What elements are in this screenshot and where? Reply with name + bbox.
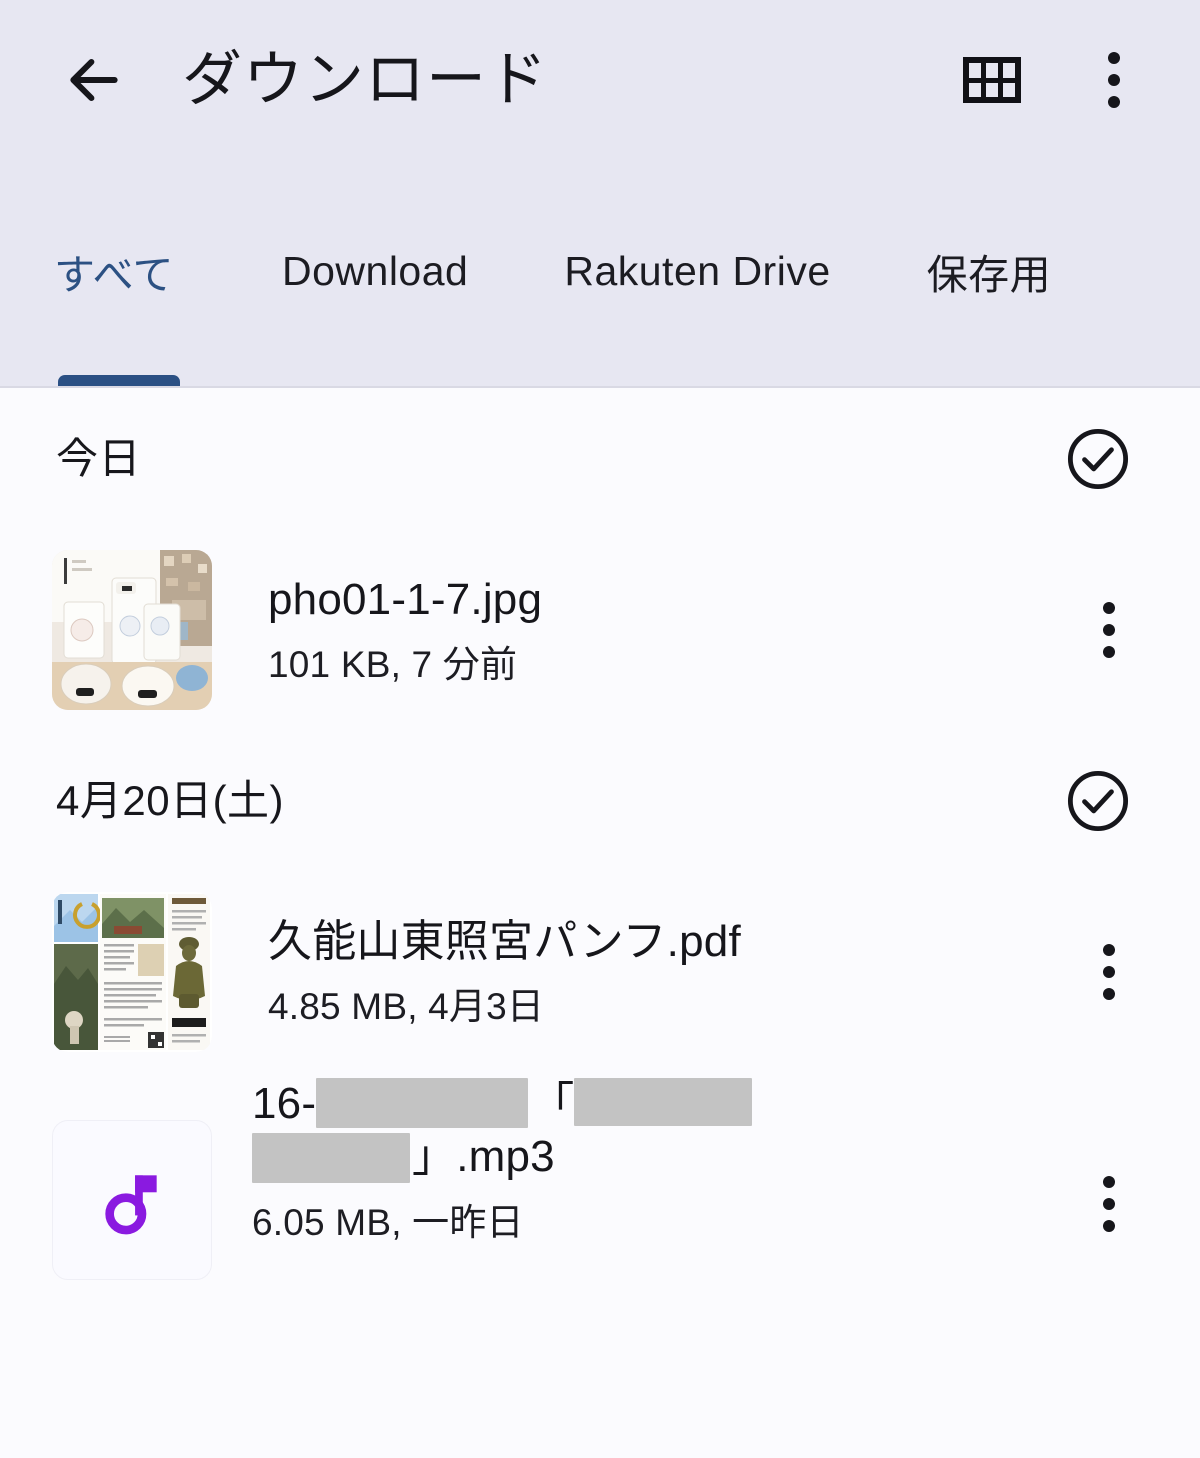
app-bar: ダウンロード	[0, 0, 1200, 160]
redaction-block	[574, 1078, 753, 1127]
file-subtitle: 101 KB, 7 分前	[268, 643, 518, 685]
check-circle-icon[interactable]	[1064, 767, 1132, 835]
file-name-bracket-open: 「	[530, 1079, 575, 1128]
file-thumbnail-pdf	[52, 892, 212, 1052]
more-vert-glyph	[1103, 944, 1115, 1000]
table-row[interactable]: 16- 「 」.mp3 6.05 MB, 一昨日	[0, 1072, 1200, 1280]
downloads-screen: ダウンロード すべて Download Rakuten Drive 保存用 今日	[0, 0, 1200, 1458]
section-title: 今日	[56, 435, 142, 482]
check-circle-icon[interactable]	[1064, 425, 1132, 493]
section-title: 4月20日(土)	[56, 777, 285, 824]
file-thumbnail-audio	[52, 1120, 212, 1280]
more-vert-glyph	[1108, 52, 1120, 108]
file-name-prefix: 16-	[252, 1079, 317, 1128]
file-subtitle: 6.05 MB, 一昨日	[252, 1201, 524, 1243]
file-name: 久能山東照宮パンフ.pdf	[268, 916, 741, 966]
tab-download[interactable]: Download	[282, 248, 468, 301]
file-name-suffix: .mp3	[456, 1132, 555, 1182]
tab-hozonyou[interactable]: 保存用	[927, 241, 1052, 307]
file-name: 16- 「 」.mp3	[252, 1078, 1046, 1185]
file-list: 今日 pho01-1-7.jpg 101 KB, 7 分前 4月20日(土) 久…	[0, 388, 1200, 1458]
file-subtitle: 4.85 MB, 4月3日	[268, 985, 545, 1027]
redaction-block	[252, 1132, 410, 1183]
more-vert-icon[interactable]	[1070, 926, 1148, 1018]
file-name-bracket-close: 」	[412, 1132, 457, 1182]
tab-rakuten-drive[interactable]: Rakuten Drive	[564, 248, 830, 301]
file-name-line-1: 16- 「	[252, 1078, 1046, 1131]
file-thumbnail-photo	[52, 550, 212, 710]
grid-view-glyph	[963, 57, 1021, 103]
section-header-today: 今日	[0, 388, 1200, 530]
more-vert-glyph	[1103, 602, 1115, 658]
back-arrow-icon[interactable]	[56, 42, 132, 118]
more-vert-glyph	[1103, 1176, 1115, 1232]
more-vert-icon[interactable]	[1070, 584, 1148, 676]
file-info: 16- 「 」.mp3 6.05 MB, 一昨日	[212, 1078, 1070, 1245]
tab-bar-divider	[0, 386, 1200, 388]
table-row[interactable]: pho01-1-7.jpg 101 KB, 7 分前	[0, 530, 1200, 730]
page-title: ダウンロード	[182, 46, 548, 113]
tab-bar: すべて Download Rakuten Drive 保存用	[0, 160, 1200, 388]
table-row[interactable]: 久能山東照宮パンフ.pdf 4.85 MB, 4月3日	[0, 872, 1200, 1072]
section-header-april-20: 4月20日(土)	[0, 730, 1200, 872]
file-info: pho01-1-7.jpg 101 KB, 7 分前	[212, 573, 1070, 687]
file-name: pho01-1-7.jpg	[268, 574, 543, 624]
more-vert-icon[interactable]	[1070, 1158, 1148, 1250]
tab-all[interactable]: すべて	[54, 241, 174, 307]
app-bar-region: ダウンロード すべて Download Rakuten Drive 保存用	[0, 0, 1200, 388]
file-info: 久能山東照宮パンフ.pdf 4.85 MB, 4月3日	[212, 915, 1070, 1029]
more-vert-icon[interactable]	[1072, 38, 1156, 122]
music-note-icon	[95, 1163, 169, 1237]
redaction-block	[316, 1078, 529, 1129]
grid-view-icon[interactable]	[950, 38, 1034, 122]
file-name-line-2: 」.mp3	[252, 1131, 1046, 1184]
